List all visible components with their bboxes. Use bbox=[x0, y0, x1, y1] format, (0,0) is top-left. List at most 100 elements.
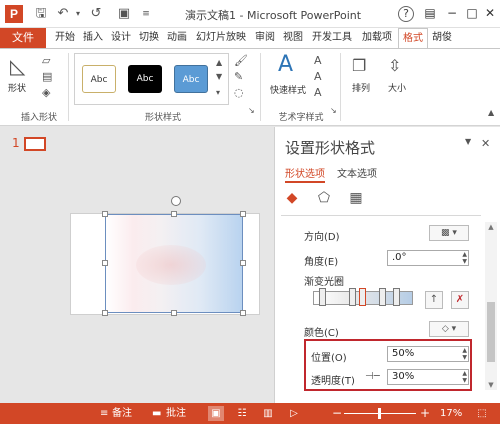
edit-shape-icon[interactable]: ▱ bbox=[42, 55, 50, 67]
camera-icon[interactable]: ▣ bbox=[116, 6, 132, 22]
arrange-icon[interactable]: ❐ bbox=[352, 57, 366, 75]
tab-addins[interactable]: 加载项 bbox=[358, 28, 396, 48]
fit-to-window-icon[interactable]: ⬚ bbox=[474, 406, 490, 421]
pane-scrollbar[interactable]: ▲ ▼ bbox=[485, 222, 497, 390]
scroll-down-icon[interactable]: ▼ bbox=[485, 380, 497, 390]
notes-button[interactable]: 备注 bbox=[112, 407, 132, 420]
shape-outline-icon[interactable]: ✎ bbox=[234, 71, 243, 83]
merge-shapes-icon[interactable]: ◈ bbox=[42, 87, 50, 99]
text-outline-icon[interactable]: A bbox=[314, 71, 322, 83]
resize-handle[interactable] bbox=[171, 211, 177, 217]
zoom-level[interactable]: 17% bbox=[440, 407, 462, 420]
shapes-icon[interactable]: ◺ bbox=[10, 55, 25, 77]
shape-styles-launcher-icon[interactable]: ↘ bbox=[248, 105, 255, 117]
gradient-stop[interactable] bbox=[319, 288, 326, 306]
maximize-icon[interactable]: □ bbox=[462, 4, 482, 22]
collapse-ribbon-icon[interactable]: ▲ bbox=[488, 107, 494, 119]
remove-gradient-stop-icon[interactable]: ✗ bbox=[451, 291, 469, 309]
tab-animations[interactable]: 动画 bbox=[164, 28, 190, 48]
comments-button[interactable]: 批注 bbox=[166, 407, 186, 420]
tab-review[interactable]: 审阅 bbox=[252, 28, 278, 48]
undo-icon[interactable]: ↶ bbox=[55, 6, 71, 22]
gradient-stop-selected[interactable] bbox=[359, 288, 366, 306]
position-spinner-icon[interactable]: ▲ ▼ bbox=[462, 347, 467, 361]
scroll-up-icon[interactable]: ▲ bbox=[485, 222, 497, 232]
direction-dropdown[interactable]: ▩ ▾ bbox=[429, 225, 469, 241]
redo-icon[interactable]: ↺ bbox=[88, 6, 104, 22]
tab-format[interactable]: 格式 bbox=[398, 28, 428, 48]
zoom-out-icon[interactable]: − bbox=[332, 407, 342, 419]
gradient-stop[interactable] bbox=[393, 288, 400, 306]
customize-quick-access-icon[interactable]: ≡ bbox=[138, 6, 154, 22]
zoom-slider-thumb[interactable] bbox=[378, 408, 381, 419]
slide-thumbnail[interactable] bbox=[24, 137, 46, 151]
effects-icon[interactable]: ⬠ bbox=[315, 189, 333, 207]
fill-line-icon[interactable]: ◆ bbox=[283, 189, 301, 207]
minimize-icon[interactable]: − bbox=[442, 4, 462, 22]
notes-icon[interactable]: ≡ bbox=[100, 407, 108, 420]
size-properties-icon[interactable]: ▦ bbox=[347, 189, 365, 207]
shape-style-black[interactable]: Abc bbox=[128, 65, 162, 93]
resize-handle[interactable] bbox=[102, 211, 108, 217]
save-icon[interactable]: 🖫 bbox=[33, 6, 49, 22]
shape-style-white[interactable]: Abc bbox=[82, 65, 116, 93]
ribbon-display-icon[interactable]: ▤ bbox=[420, 4, 440, 22]
rotation-handle[interactable] bbox=[171, 196, 181, 206]
angle-spinner-icon[interactable]: ▲ ▼ bbox=[462, 251, 467, 265]
transparency-input[interactable]: 30% ▲ ▼ bbox=[387, 369, 469, 385]
resize-handle[interactable] bbox=[240, 310, 246, 316]
zoom-in-icon[interactable]: + bbox=[420, 407, 430, 419]
tab-view[interactable]: 视图 bbox=[280, 28, 306, 48]
scroll-thumb[interactable] bbox=[487, 302, 495, 362]
text-box-icon[interactable]: ▤ bbox=[42, 71, 52, 83]
help-icon[interactable]: ? bbox=[398, 6, 414, 22]
text-fill-icon[interactable]: A bbox=[314, 55, 322, 67]
text-effects-icon[interactable]: A bbox=[314, 87, 322, 99]
slideshow-view-icon[interactable]: ▷ bbox=[286, 406, 302, 421]
close-icon[interactable]: ✕ bbox=[480, 4, 500, 22]
position-input[interactable]: 50% ▲ ▼ bbox=[387, 346, 469, 362]
tab-design[interactable]: 设计 bbox=[108, 28, 134, 48]
shapes-button[interactable]: 形状 bbox=[8, 81, 26, 94]
resize-handle[interactable] bbox=[102, 310, 108, 316]
quick-styles-icon[interactable]: A bbox=[278, 53, 293, 77]
shape-fill-icon[interactable]: 🖌 bbox=[234, 55, 248, 67]
tab-text-options[interactable]: 文本选项 bbox=[337, 165, 377, 180]
gradient-stop[interactable] bbox=[349, 288, 356, 306]
tab-transitions[interactable]: 切换 bbox=[136, 28, 162, 48]
size-button[interactable]: 大小 bbox=[382, 81, 412, 94]
shape-style-blue[interactable]: Abc bbox=[174, 65, 208, 93]
tab-developer[interactable]: 开发工具 bbox=[308, 28, 356, 48]
tab-insert[interactable]: 插入 bbox=[80, 28, 106, 48]
arrange-button[interactable]: 排列 bbox=[346, 81, 376, 94]
color-picker-dropdown[interactable]: ◇ ▾ bbox=[429, 321, 469, 337]
gradient-stop[interactable] bbox=[379, 288, 386, 306]
resize-handle[interactable] bbox=[240, 260, 246, 266]
slide-sorter-icon[interactable]: ☷ bbox=[234, 406, 250, 421]
normal-view-icon[interactable]: ▣ bbox=[208, 406, 224, 421]
add-gradient-stop-icon[interactable]: ↑ bbox=[425, 291, 443, 309]
angle-input[interactable]: .0° ▲ ▼ bbox=[387, 250, 469, 266]
comments-icon[interactable]: ▬ bbox=[152, 407, 161, 420]
shape-effects-icon[interactable]: ◌ bbox=[234, 87, 244, 99]
selected-shape[interactable] bbox=[105, 214, 243, 313]
gallery-up-icon[interactable]: ▲ bbox=[216, 57, 222, 69]
gallery-more-icon[interactable]: ▾ bbox=[216, 87, 220, 99]
gallery-down-icon[interactable]: ▼ bbox=[216, 71, 222, 83]
pane-options-icon[interactable]: ▼ bbox=[465, 137, 471, 146]
reading-view-icon[interactable]: ▥ bbox=[260, 406, 276, 421]
size-icon[interactable]: ⇳ bbox=[388, 57, 401, 75]
undo-dropdown-icon[interactable]: ▾ bbox=[70, 6, 86, 22]
resize-handle[interactable] bbox=[240, 211, 246, 217]
transparency-spinner-icon[interactable]: ▲ ▼ bbox=[462, 370, 467, 384]
tab-shape-options[interactable]: 形状选项 bbox=[285, 165, 325, 183]
user-name[interactable]: 胡俊 bbox=[432, 28, 452, 48]
resize-handle[interactable] bbox=[171, 310, 177, 316]
quick-styles-button[interactable]: 快速样式 bbox=[266, 83, 310, 96]
resize-handle[interactable] bbox=[102, 260, 108, 266]
close-pane-icon[interactable]: ✕ bbox=[481, 137, 490, 150]
tab-slideshow[interactable]: 幻灯片放映 bbox=[192, 28, 250, 48]
transparency-slider-icon[interactable]: ⊣─ bbox=[365, 371, 380, 383]
tab-home[interactable]: 开始 bbox=[52, 28, 78, 48]
tab-file[interactable]: 文件 bbox=[0, 28, 46, 48]
